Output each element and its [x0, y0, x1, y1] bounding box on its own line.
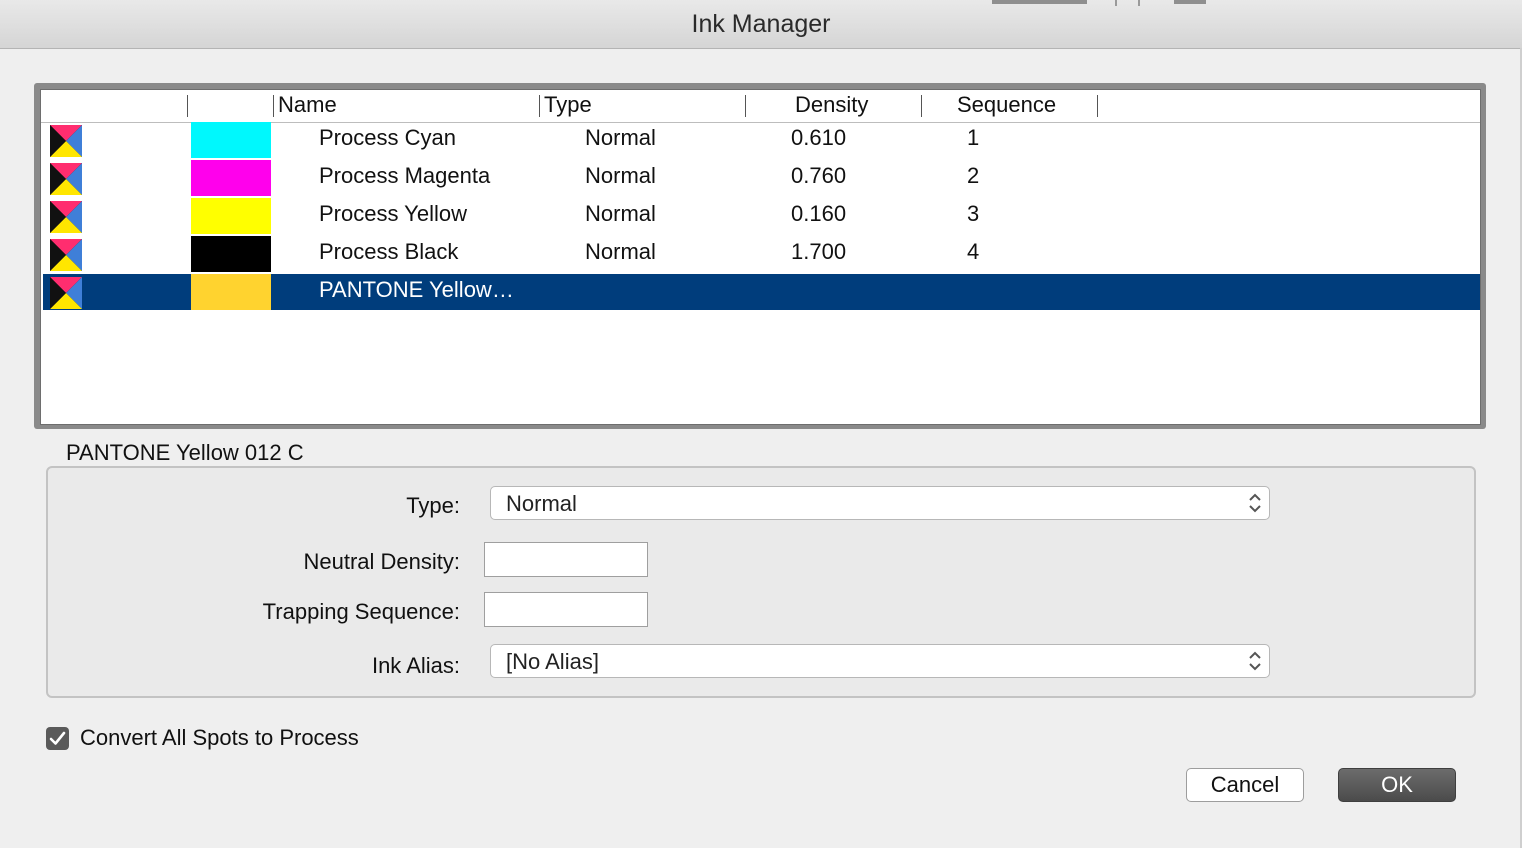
ink-type: Normal [585, 201, 656, 226]
column-separator[interactable] [187, 95, 188, 117]
ink-name: PANTONE Yellow… [319, 277, 514, 302]
ink-type: Normal [585, 163, 656, 188]
ok-button[interactable]: OK [1338, 768, 1456, 802]
selected-ink-name: PANTONE Yellow 012 C [66, 440, 304, 465]
ink-swatch [191, 236, 271, 272]
title-bar: Ink Manager [0, 0, 1522, 49]
ink-swatch [191, 122, 271, 158]
title-bar-decoration [992, 0, 1087, 4]
ink-settings-panel: Type: Normal Neutral Density: Trapping S… [46, 466, 1476, 698]
ink-manager-dialog: Ink Manager Name Type Density Sequence P… [0, 0, 1522, 848]
ink-name: Process Yellow [319, 201, 467, 226]
column-header-type[interactable]: Type [544, 92, 592, 118]
ink-row[interactable]: PANTONE Yellow… [43, 274, 1480, 310]
ink-sequence: 4 [967, 239, 980, 264]
column-separator[interactable] [273, 95, 274, 117]
ink-sequence: 3 [967, 201, 980, 226]
column-header-density[interactable]: Density [795, 92, 868, 118]
type-popup[interactable]: Normal [490, 486, 1270, 520]
process-ink-icon [50, 125, 82, 157]
neutral-density-field[interactable] [484, 542, 648, 577]
process-ink-icon [50, 201, 82, 233]
process-ink-icon [50, 239, 82, 271]
ink-density: 0.160 [791, 201, 847, 226]
column-separator[interactable] [539, 95, 540, 117]
ink-list-header: Name Type Density Sequence [41, 90, 1480, 123]
ink-list[interactable]: Name Type Density Sequence Process Cyan N… [40, 89, 1481, 425]
convert-all-spots-label[interactable]: Convert All Spots to Process [80, 725, 359, 751]
ink-name: Process Magenta [319, 163, 491, 188]
column-separator[interactable] [1097, 95, 1098, 117]
spot-ink-icon [50, 277, 82, 309]
ink-sequence: 1 [967, 125, 980, 150]
ink-density: 0.610 [791, 125, 847, 150]
type-popup-value: Normal [506, 491, 577, 516]
ink-row[interactable]: Process Magenta Normal 0.760 2 [43, 160, 1480, 196]
column-separator[interactable] [921, 95, 922, 117]
window-title: Ink Manager [691, 10, 831, 38]
title-bar-decoration [1115, 0, 1117, 6]
ink-swatch [191, 198, 271, 234]
ink-swatch [191, 274, 271, 310]
up-down-chevron-icon [1249, 493, 1261, 513]
ink-alias-popup-value: [No Alias] [506, 649, 599, 674]
ink-density: 0.760 [791, 163, 847, 188]
ink-type: Normal [585, 125, 656, 150]
ink-density: 1.700 [791, 239, 847, 264]
trapping-sequence-field[interactable] [484, 592, 648, 627]
ink-row[interactable]: Process Yellow Normal 0.160 3 [43, 198, 1480, 234]
ink-name: Process Cyan [319, 125, 456, 150]
ink-row[interactable]: Process Black Normal 1.700 4 [43, 236, 1480, 272]
process-ink-icon [50, 163, 82, 195]
neutral-density-label: Neutral Density: [303, 549, 460, 574]
title-bar-decoration [1174, 0, 1206, 4]
cancel-button[interactable]: Cancel [1186, 768, 1304, 802]
checkmark-icon [49, 731, 66, 745]
ink-name: Process Black [319, 239, 459, 264]
ink-swatch [191, 160, 271, 196]
ink-row[interactable]: Process Cyan Normal 0.610 1 [43, 122, 1480, 158]
ink-type: Normal [585, 239, 656, 264]
column-header-sequence[interactable]: Sequence [957, 92, 1056, 118]
title-bar-decoration [1138, 0, 1140, 6]
type-label: Type: [406, 493, 460, 518]
ink-alias-popup[interactable]: [No Alias] [490, 644, 1270, 678]
trapping-sequence-label: Trapping Sequence: [262, 599, 460, 624]
ink-alias-label: Ink Alias: [371, 653, 460, 678]
column-header-name[interactable]: Name [278, 92, 337, 118]
up-down-chevron-icon [1249, 651, 1261, 671]
convert-all-spots-checkbox[interactable] [46, 727, 69, 750]
ink-sequence: 2 [967, 163, 980, 188]
column-separator[interactable] [745, 95, 746, 117]
